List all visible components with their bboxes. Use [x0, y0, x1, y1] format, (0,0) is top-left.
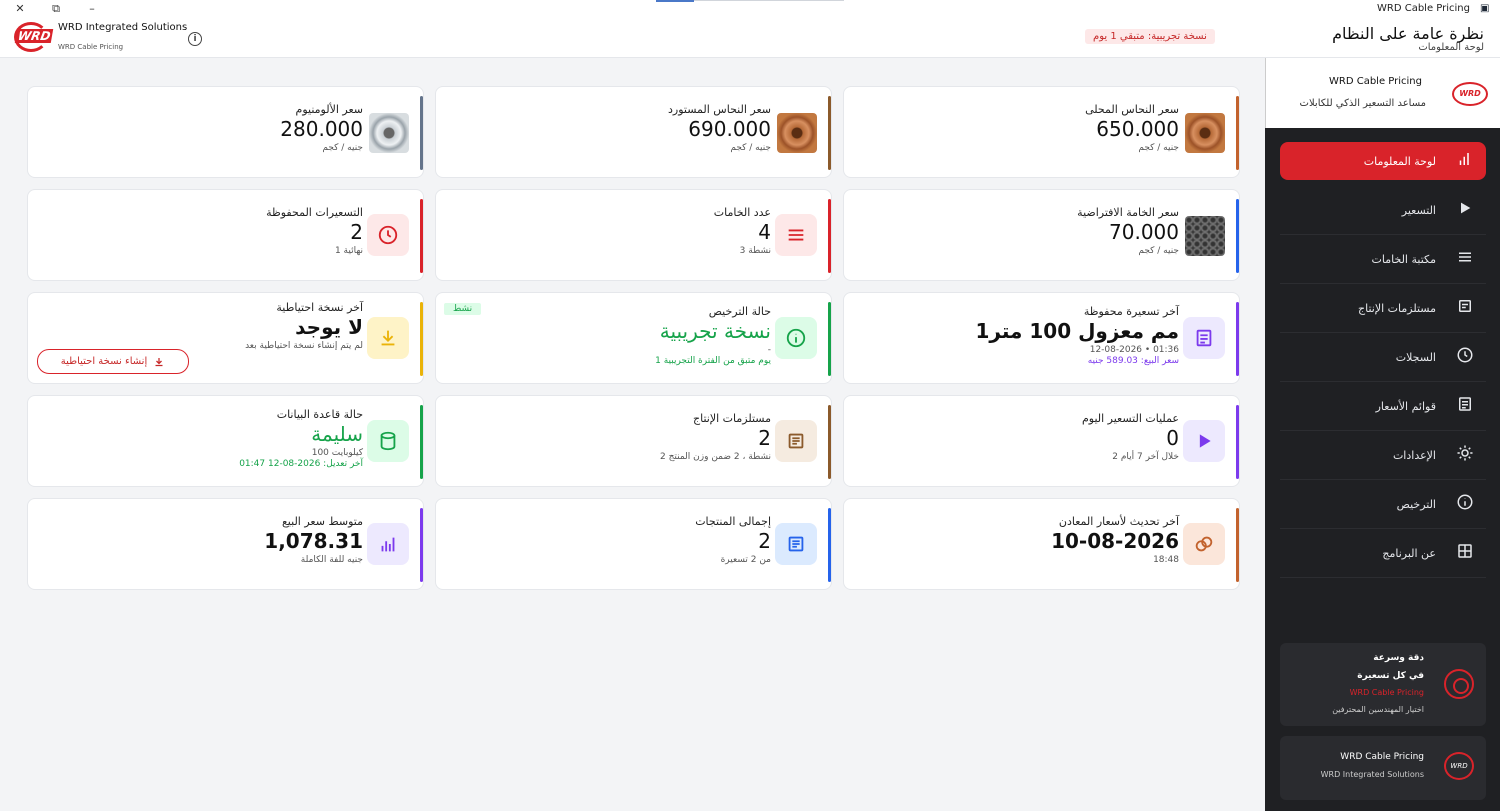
link-icon: [1183, 523, 1225, 565]
close-window-icon[interactable]: ✕: [12, 2, 28, 16]
sidebar-item-materials[interactable]: مكتبة الخامات: [1280, 235, 1486, 284]
target-icon: [1444, 669, 1474, 699]
card-database-status: حالة قاعدة البيانات سليمة 100 كيلوبايت آ…: [27, 395, 424, 487]
copper-coil-image: [777, 113, 817, 153]
card-license-status: نشط حالة الترخيص نسخة تجريبية - 1 يوم مت…: [435, 292, 832, 384]
pellets-image: [1185, 216, 1225, 256]
wrd-logo: WRD: [1444, 752, 1474, 780]
clock-icon: [367, 214, 409, 256]
play-icon: [1183, 420, 1225, 462]
trial-badge: نسخة تجريبية: متبقي 1 يوم: [1085, 29, 1215, 44]
grid-icon: [1454, 542, 1476, 564]
window-title: WRD Cable Pricing: [1377, 3, 1470, 14]
info-icon: [1454, 493, 1476, 515]
card-today-operations: عمليات التسعير اليوم 0 2 خلال آخر 7 أيام: [843, 395, 1240, 487]
page-title: نظرة عامة على النظام: [1332, 24, 1484, 43]
promo-card: دقة وسرعة في كل تسعيرة WRD Cable Pricing…: [1280, 643, 1486, 726]
dashboard-grid: سعر الألومنيوم 280.000 جنيه / كجم سعر ال…: [27, 86, 1240, 590]
card-aluminum-price: سعر الألومنيوم 280.000 جنيه / كجم: [27, 86, 424, 178]
menu-lines-icon: [1454, 248, 1476, 270]
sidebar-item-settings[interactable]: الإعدادات: [1280, 431, 1486, 480]
card-metals-update: آخر تحديث لأسعار المعادن 10-08-2026 18:4…: [843, 498, 1240, 590]
card-production-supplies: مستلزمات الإنتاج 2 2 نشطة ، 2 ضمن وزن ال…: [435, 395, 832, 487]
status-badge: نشط: [444, 303, 482, 315]
card-last-pricing[interactable]: آخر تسعيرة محفوظة 1مم معزول 100 متر 12-0…: [843, 292, 1240, 384]
card-imported-copper-price: سعر النحاس المستورد 690.000 جنيه / كجم: [435, 86, 832, 178]
card-default-material-price: سعر الخامة الافتراضية 70.000 جنيه / كجم: [843, 189, 1240, 281]
sidebar-item-about[interactable]: عن البرنامج: [1280, 529, 1486, 578]
brand: WRD WRD Integrated Solutions WRD Cable P…: [12, 20, 187, 54]
sidebar-tagline: مساعد التسعير الذكي للكابلات: [1299, 98, 1426, 109]
title-bar: ✕ ⧉ – WRD Cable Pricing ▣ WRD WRD Integr…: [0, 0, 1500, 58]
sidebar-item-price-lists[interactable]: قوائم الأسعار: [1280, 382, 1486, 431]
download-icon: [155, 357, 163, 366]
document-icon: [1454, 297, 1476, 319]
sidebar-item-production[interactable]: مستلزمات الإنتاج: [1280, 284, 1486, 333]
sidebar-item-records[interactable]: السجلات: [1280, 333, 1486, 382]
card-saved-pricings: التسعيرات المحفوظة 2 1 نهائية: [27, 189, 424, 281]
document-icon: [1183, 317, 1225, 359]
breadcrumb: لوحة المعلومات: [1418, 42, 1484, 53]
create-backup-button[interactable]: إنشاء نسخة احتياطية: [37, 349, 189, 374]
download-icon: [367, 317, 409, 359]
document-icon: [775, 523, 817, 565]
minimize-window-icon[interactable]: –: [84, 2, 100, 16]
clock-icon: [1454, 346, 1476, 368]
sidebar-nav: لوحة المعلومات التسعير مكتبة الخامات مست…: [1280, 142, 1486, 578]
about-card: WRD Cable Pricing WRD Integrated Solutio…: [1280, 736, 1486, 800]
card-local-copper-price: سعر النحاس المحلى 650.000 جنيه / كجم: [843, 86, 1240, 178]
document-icon: [775, 420, 817, 462]
chart-bars-icon: [1454, 150, 1476, 172]
sidebar-item-license[interactable]: الترخيص: [1280, 480, 1486, 529]
wrd-logo: WRD: [12, 20, 54, 54]
menu-lines-icon: [775, 214, 817, 256]
scroll-indicator: [656, 0, 694, 2]
app-window-icon: ▣: [1480, 3, 1490, 14]
play-icon: [1454, 200, 1476, 220]
aluminum-coil-image: [369, 113, 409, 153]
gear-icon: [1454, 444, 1476, 466]
card-total-products: إجمالى المنتجات 2 من 2 تسعيرة: [435, 498, 832, 590]
wrd-logo: WRD: [1452, 82, 1488, 106]
sidebar-app-name: WRD Cable Pricing: [1329, 76, 1422, 87]
card-last-backup: آخر نسخة احتياطية لا يوجد لم يتم إنشاء ن…: [27, 292, 424, 384]
database-icon: [367, 420, 409, 462]
sidebar-item-pricing[interactable]: التسعير: [1280, 186, 1486, 235]
card-materials-count: عدد الخامات 4 3 نشطة: [435, 189, 832, 281]
list-icon: [1454, 395, 1476, 417]
card-average-sale-price: متوسط سعر البيع 1,078.31 جنيه للفة الكام…: [27, 498, 424, 590]
brand-name: WRD Integrated Solutions: [58, 22, 188, 33]
sidebar-header: WRD Cable Pricing مساعد التسعير الذكي لل…: [1265, 58, 1500, 128]
info-icon: [775, 317, 817, 359]
scroll-track: [694, 0, 844, 1]
brand-sub: WRD Cable Pricing: [58, 43, 124, 51]
info-icon[interactable]: i: [188, 32, 202, 46]
restore-window-icon[interactable]: ⧉: [48, 2, 64, 16]
bar-chart-icon: [367, 523, 409, 565]
sidebar-item-dashboard[interactable]: لوحة المعلومات: [1280, 142, 1486, 180]
sidebar: WRD Cable Pricing مساعد التسعير الذكي لل…: [1265, 58, 1500, 811]
copper-coil-image: [1185, 113, 1225, 153]
